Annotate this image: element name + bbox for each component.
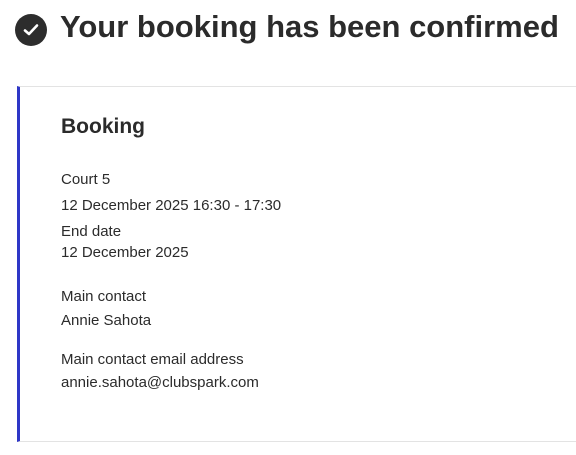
main-contact-label: Main contact bbox=[61, 288, 147, 305]
main-contact-value: Annie Sahota bbox=[61, 312, 152, 329]
booking-heading: Booking bbox=[61, 115, 145, 138]
booking-details-card: Booking Court 5 12 December 2025 16:30 -… bbox=[17, 86, 576, 442]
end-date-value: 12 December 2025 bbox=[61, 244, 189, 261]
confirmation-header: Your booking has been confirmed bbox=[15, 8, 559, 46]
check-circle-icon bbox=[15, 14, 47, 46]
email-label: Main contact email address bbox=[61, 351, 244, 368]
end-date-label: End date bbox=[61, 223, 122, 240]
booking-confirmation-page: Your booking has been confirmed Booking … bbox=[0, 0, 576, 455]
court-name: Court 5 bbox=[61, 171, 111, 188]
booking-datetime: 12 December 2025 16:30 - 17:30 bbox=[61, 197, 282, 214]
email-value: annie.sahota@clubspark.com bbox=[61, 374, 259, 391]
checkmark-icon bbox=[23, 24, 39, 36]
page-title: Your booking has been confirmed bbox=[60, 9, 559, 44]
